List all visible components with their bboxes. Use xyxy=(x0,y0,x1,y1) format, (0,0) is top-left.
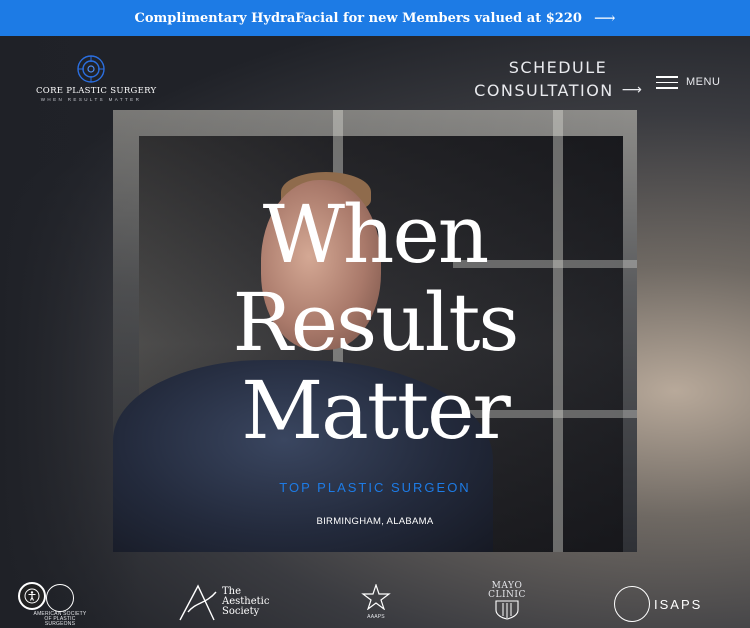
headline-line-1: When xyxy=(262,188,490,281)
mayo-line-2: CLINIC xyxy=(488,590,526,600)
site-logo[interactable]: CORE PLASTIC SURGERY WHEN RESULTS MATTER xyxy=(36,54,157,102)
hero-kicker: TOP PLASTIC SURGEON xyxy=(279,480,471,495)
promo-text: Complimentary HydraFacial for new Member… xyxy=(134,10,582,26)
arrow-right-icon: ⟶ xyxy=(593,9,616,27)
aesthetic-society-mark-icon xyxy=(179,584,217,621)
schedule-line-2: CONSULTATION xyxy=(474,81,614,100)
headline-line-3: Matter xyxy=(241,364,511,457)
mayo-clinic-logo: MAYO CLINIC xyxy=(486,582,528,625)
mayo-shield-icon xyxy=(495,600,519,620)
logo-mark-icon xyxy=(77,55,105,83)
schedule-line-1: SCHEDULE xyxy=(508,58,608,77)
hero-stage: CORE PLASTIC SURGERY WHEN RESULTS MATTER… xyxy=(0,36,750,628)
headline-line-2: Results xyxy=(232,276,520,369)
isaps-label: ISAPS xyxy=(654,596,703,612)
asps-label: AMERICAN SOCIETY OF PLASTIC SURGEONS xyxy=(33,611,87,627)
promo-banner[interactable]: Complimentary HydraFacial for new Member… xyxy=(0,0,750,36)
hero-headline: When Results Matter xyxy=(113,191,637,455)
menu-label: MENU xyxy=(686,76,721,89)
hamburger-icon xyxy=(656,72,678,93)
logo-tagline: WHEN RESULTS MATTER xyxy=(40,97,142,102)
aaaps-label: AAAPS xyxy=(367,614,385,620)
menu-button[interactable]: MENU xyxy=(656,72,720,93)
arrow-right-icon: ⟶ xyxy=(621,82,642,98)
aesthetic-society-logo: The Aesthetic Society xyxy=(176,582,269,622)
hero-location: BIRMINGHAM, ALABAMA xyxy=(316,516,434,527)
schedule-consultation-link[interactable]: SCHEDULE CONSULTATION ⟶ xyxy=(474,56,642,102)
aaaps-logo: AAAPS xyxy=(352,583,400,620)
isaps-ring-icon xyxy=(614,586,650,622)
logo-name: CORE PLASTIC SURGERY xyxy=(36,86,157,96)
asps-mark-icon xyxy=(46,584,74,612)
aesthetic-line-3: Society xyxy=(222,606,260,617)
star-emblem-icon xyxy=(361,583,391,611)
isaps-logo: ISAPS xyxy=(614,586,702,622)
asps-logo: AMERICAN SOCIETY OF PLASTIC SURGEONS xyxy=(30,584,90,627)
